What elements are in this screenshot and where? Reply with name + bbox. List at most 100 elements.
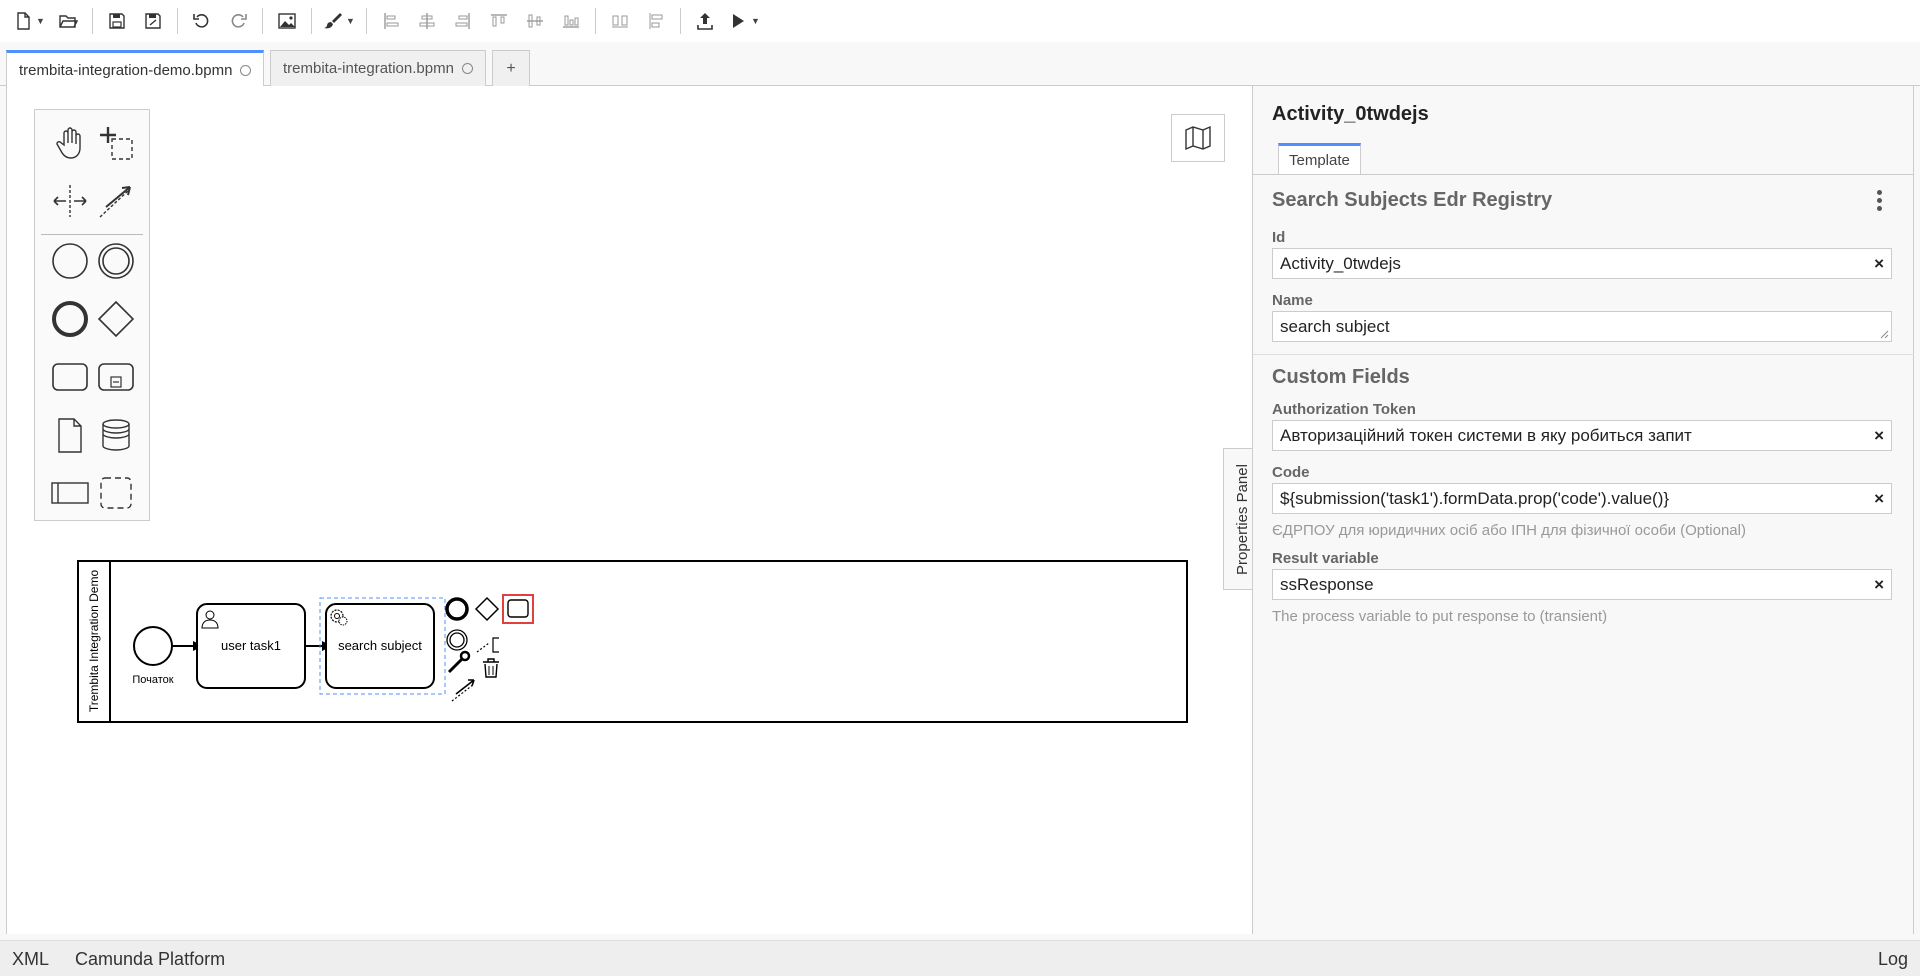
log-button[interactable]: Log (1878, 949, 1908, 970)
result-variable-hint: The process variable to put response to … (1272, 608, 1608, 625)
clear-id-icon[interactable]: × (1874, 254, 1884, 274)
more-options-icon[interactable] (1877, 190, 1883, 214)
id-label: Id (1272, 229, 1286, 246)
properties-panel-toggle[interactable]: Properties Panel (1223, 448, 1252, 590)
upload-icon (697, 13, 713, 30)
align-middle-button[interactable] (521, 6, 549, 36)
unsaved-indicator-icon[interactable] (240, 64, 252, 76)
clear-authorization-token-icon[interactable]: × (1874, 426, 1884, 446)
service-task[interactable]: search subject (319, 597, 446, 695)
element-title: Activity_0twdejs (1272, 103, 1429, 125)
code-hint: ЄДРПОУ для юридичних осіб або ІПН для фі… (1272, 522, 1746, 539)
save-as-icon (145, 13, 161, 29)
distribute-horizontally-button[interactable] (606, 6, 634, 36)
append-gateway-button[interactable] (474, 596, 500, 622)
service-task-label: search subject (338, 638, 422, 653)
template-name: Search Subjects Edr Registry (1272, 189, 1553, 211)
toolbar-separator (366, 8, 367, 34)
redo-icon (231, 14, 247, 28)
add-tab-button[interactable]: + (492, 50, 530, 86)
redo-button[interactable] (224, 6, 252, 36)
context-pad (445, 594, 534, 702)
name-field[interactable]: search subject (1272, 311, 1892, 342)
diagram-canvas[interactable]: Trembita Integration Demo Початок user t… (6, 86, 1253, 934)
folder-open-icon (59, 15, 78, 28)
save-button[interactable] (103, 6, 131, 36)
align-left-button[interactable] (377, 6, 405, 36)
clear-code-icon[interactable]: × (1874, 489, 1884, 509)
name-label: Name (1272, 292, 1313, 309)
align-right-button[interactable] (449, 6, 477, 36)
code-label: Code (1272, 464, 1310, 481)
start-instance-button[interactable]: ▼ (727, 6, 761, 36)
start-event[interactable]: Початок (132, 626, 174, 686)
paint-brush-icon (324, 13, 343, 29)
set-color-button[interactable]: ▼ (322, 6, 356, 36)
properties-tabs: Template (1253, 138, 1914, 175)
custom-fields-title: Custom Fields (1272, 366, 1410, 388)
distribute-vertically-icon (649, 13, 663, 29)
append-intermediate-event-button[interactable] (446, 629, 468, 651)
delete-button[interactable] (483, 658, 499, 678)
deploy-button[interactable] (691, 6, 719, 36)
undo-icon (193, 14, 209, 28)
play-icon (733, 14, 745, 28)
xml-view-button[interactable]: XML (12, 949, 49, 970)
align-center-icon (419, 13, 435, 29)
export-image-button[interactable] (273, 6, 301, 36)
tab-trembita-integration[interactable]: trembita-integration.bpmn (270, 50, 486, 86)
toolbar-separator (680, 8, 681, 34)
align-right-icon (455, 13, 470, 29)
code-field[interactable]: ${submission('task1').formData.prop('cod… (1272, 483, 1892, 514)
connect-button[interactable] (451, 679, 475, 702)
status-bar: XML Camunda Platform Log (0, 940, 1920, 976)
align-bottom-icon (563, 15, 579, 28)
undo-button[interactable] (188, 6, 216, 36)
align-middle-icon (527, 14, 543, 28)
start-event-label: Початок (132, 674, 173, 686)
id-field[interactable]: Activity_0twdejs × (1272, 248, 1892, 279)
align-left-icon (384, 13, 399, 29)
authorization-token-value: Авторизаційний токен системи в яку робит… (1280, 425, 1692, 445)
clear-result-variable-icon[interactable]: × (1874, 575, 1884, 595)
code-value: ${submission('task1').formData.prop('cod… (1280, 488, 1670, 508)
tab-template[interactable]: Template (1278, 143, 1361, 174)
new-file-button[interactable]: ▼ (12, 6, 46, 36)
save-as-button[interactable] (139, 6, 167, 36)
append-text-annotation-button[interactable] (476, 637, 499, 653)
append-task-button[interactable] (502, 594, 534, 624)
pool-label: Trembita Integration Demo (87, 570, 101, 713)
distribute-horizontally-icon (612, 15, 628, 28)
bpmn-diagram: Trembita Integration Demo Початок user t… (77, 560, 1188, 723)
toolbar-separator (595, 8, 596, 34)
properties-panel-toggle-label: Properties Panel (1234, 463, 1251, 575)
align-top-button[interactable] (485, 6, 513, 36)
toolbar: ▼ ▼ ▼ (0, 0, 1920, 42)
align-top-icon (491, 14, 507, 27)
image-icon (278, 13, 296, 29)
change-type-button[interactable] (447, 650, 471, 674)
authorization-token-label: Authorization Token (1272, 401, 1416, 418)
resize-handle-icon[interactable] (1880, 330, 1889, 339)
tab-label: trembita-integration.bpmn (283, 60, 454, 77)
align-center-button[interactable] (413, 6, 441, 36)
platform-label: Camunda Platform (75, 949, 226, 969)
result-variable-value: ssResponse (1280, 574, 1374, 594)
tab-bar: trembita-integration-demo.bpmn trembita-… (0, 42, 1920, 87)
tab-trembita-integration-demo[interactable]: trembita-integration-demo.bpmn (6, 50, 265, 87)
result-variable-field[interactable]: ssResponse × (1272, 569, 1892, 600)
append-end-event-button[interactable] (445, 597, 469, 621)
user-task[interactable]: user task1 (196, 603, 306, 689)
authorization-token-field[interactable]: Авторизаційний токен системи в яку робит… (1272, 420, 1892, 451)
name-value: search subject (1280, 316, 1390, 336)
open-file-button[interactable] (54, 6, 82, 36)
caret-down-icon: ▼ (751, 16, 760, 26)
align-bottom-button[interactable] (557, 6, 585, 36)
group-divider (1253, 354, 1914, 355)
unsaved-indicator-icon[interactable] (461, 63, 473, 74)
result-variable-label: Result variable (1272, 550, 1379, 567)
caret-down-icon: ▼ (346, 16, 355, 26)
id-value: Activity_0twdejs (1280, 253, 1401, 273)
distribute-vertically-button[interactable] (642, 6, 670, 36)
toolbar-separator (311, 8, 312, 34)
